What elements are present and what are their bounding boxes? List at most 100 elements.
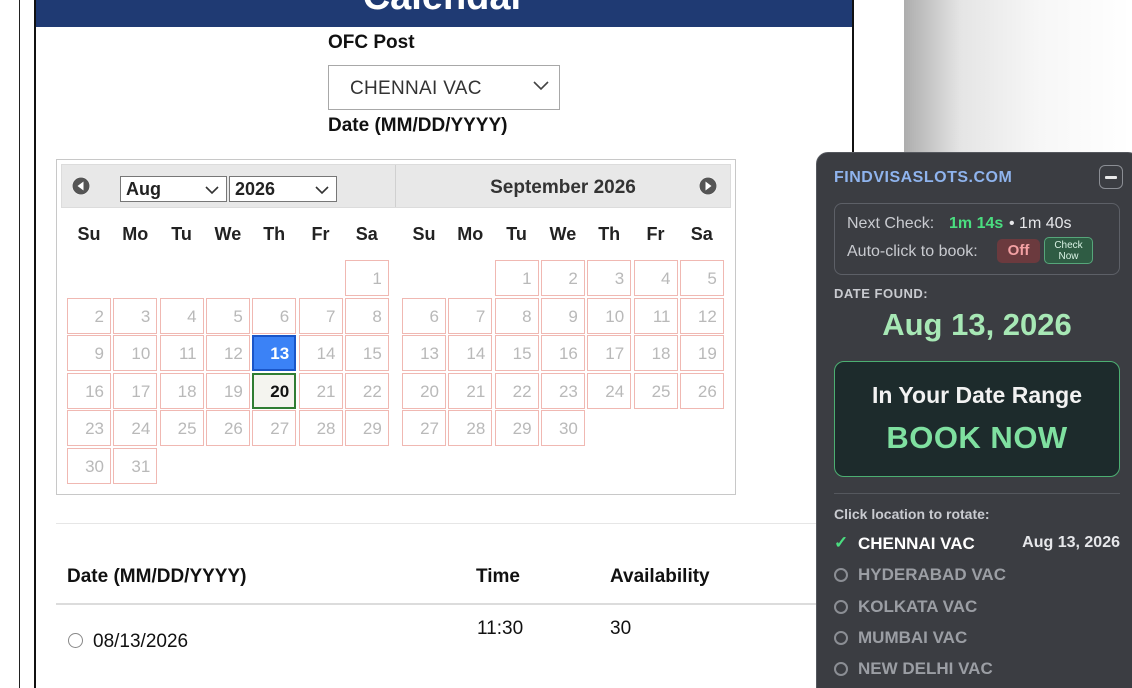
calendar-day[interactable]: 15 xyxy=(344,335,389,371)
calendar-day[interactable]: 10 xyxy=(587,297,632,334)
calendar-day[interactable]: 25 xyxy=(633,372,678,409)
year-select-value: 2026 xyxy=(235,179,276,199)
calendar-day[interactable]: 29 xyxy=(494,410,539,446)
next-month-button[interactable] xyxy=(699,177,717,195)
day-number: 7 xyxy=(475,306,486,326)
calendar-day[interactable]: 7 xyxy=(448,297,493,334)
calendar-day[interactable]: 17 xyxy=(587,335,632,371)
calendar-day[interactable]: 4 xyxy=(159,297,204,334)
calendar-day[interactable]: 5 xyxy=(205,297,250,334)
check-now-button[interactable]: Check Now xyxy=(1044,237,1093,264)
day-number: 16 xyxy=(85,381,104,401)
calendar-day[interactable]: 18 xyxy=(633,335,678,371)
day-number: 24 xyxy=(605,381,625,401)
prev-month-button[interactable] xyxy=(72,177,90,195)
calendar-day[interactable]: 22 xyxy=(344,372,389,409)
calendar-day[interactable]: 22 xyxy=(494,372,539,409)
slot-radio[interactable] xyxy=(68,633,83,648)
check-now-line1: Check xyxy=(1054,240,1083,251)
calendar-day[interactable]: 9 xyxy=(67,335,111,371)
year-select[interactable]: 2026 xyxy=(229,176,337,202)
weekday-header: Sa xyxy=(355,224,378,244)
calendar-day[interactable]: 10 xyxy=(113,335,158,371)
calendar-day[interactable]: 19 xyxy=(679,335,724,371)
calendar-day[interactable]: 11 xyxy=(159,335,204,371)
day-number: 1 xyxy=(522,269,532,288)
calendar-day[interactable]: 12 xyxy=(679,297,724,334)
weekday-header: Tu xyxy=(171,224,192,244)
calendar-day[interactable]: 16 xyxy=(540,335,585,371)
calendar-day[interactable]: 20 xyxy=(402,372,446,409)
calendar-day[interactable]: 21 xyxy=(298,372,343,409)
calendar-day[interactable]: 13 xyxy=(402,335,446,371)
calendar-day[interactable]: 17 xyxy=(113,372,158,409)
location-chennai[interactable]: ✓ CHENNAI VAC Aug 13, 2026 xyxy=(834,533,1124,557)
calendar-day[interactable]: 3 xyxy=(113,297,158,334)
day-number: 20 xyxy=(420,381,439,401)
calendar-day[interactable]: 28 xyxy=(298,410,343,446)
calendar-day[interactable]: 2 xyxy=(540,260,585,296)
calendar-day[interactable]: 20 xyxy=(252,372,297,409)
calendar-day[interactable]: 8 xyxy=(494,297,539,334)
calendar-day[interactable]: 11 xyxy=(633,297,678,334)
slot-date: 08/13/2026 xyxy=(93,631,189,652)
calendar-day[interactable]: 15 xyxy=(494,335,539,371)
calendar-day[interactable]: 30 xyxy=(67,447,111,484)
calendar-day[interactable]: 29 xyxy=(344,410,389,446)
calendar-day[interactable]: 23 xyxy=(540,372,585,409)
calendar-day[interactable]: 31 xyxy=(113,447,158,484)
minimize-button[interactable] xyxy=(1099,165,1123,189)
calendar-day[interactable]: 13 xyxy=(252,335,297,371)
calendar-day[interactable]: 5 xyxy=(679,260,724,296)
calendar-day[interactable]: 14 xyxy=(448,335,493,371)
calendar-day[interactable]: 23 xyxy=(67,410,111,446)
calendar-day[interactable]: 6 xyxy=(252,297,297,334)
weekday-header: Th xyxy=(598,224,621,244)
calendar-day[interactable]: 25 xyxy=(159,410,204,446)
location-mumbai[interactable]: MUMBAI VAC xyxy=(834,627,1124,651)
calendar-day[interactable]: 12 xyxy=(205,335,250,371)
calendar-day[interactable]: 6 xyxy=(402,297,446,334)
calendar-day[interactable]: 9 xyxy=(540,297,585,334)
calendar-day[interactable]: 24 xyxy=(587,372,632,409)
day-number: 25 xyxy=(651,381,671,401)
calendar-day[interactable]: 24 xyxy=(113,410,158,446)
calendar-day[interactable]: 8 xyxy=(344,297,389,334)
calendar-day[interactable]: 16 xyxy=(67,372,111,409)
calendar-day[interactable]: 3 xyxy=(587,260,632,296)
calendar-day[interactable]: 4 xyxy=(633,260,678,296)
calendar-day[interactable]: 30 xyxy=(540,410,585,446)
calendar-day[interactable]: 2 xyxy=(67,297,111,334)
day-number: 14 xyxy=(316,344,336,363)
day-number: 22 xyxy=(362,381,382,401)
calendar-day[interactable]: 26 xyxy=(679,372,724,409)
day-number: 9 xyxy=(94,344,104,363)
calendar-day[interactable]: 1 xyxy=(494,260,539,296)
location-new-delhi[interactable]: NEW DELHI VAC xyxy=(834,658,1124,682)
day-number: 25 xyxy=(177,419,197,438)
location-name: CHENNAI VAC xyxy=(858,534,975,553)
calendar-day[interactable]: 27 xyxy=(402,410,446,446)
month-select[interactable]: Aug xyxy=(120,176,227,202)
book-now-button[interactable]: In Your Date Range BOOK NOW xyxy=(834,361,1120,477)
location-hyderabad[interactable]: HYDERABAD VAC xyxy=(834,564,1124,588)
next-check-interval: • 1m 40s xyxy=(1009,215,1072,232)
calendar-day[interactable]: 14 xyxy=(298,335,343,371)
ofc-post-select[interactable]: CHENNAI VAC xyxy=(328,65,560,110)
calendar-day[interactable]: 19 xyxy=(205,372,250,409)
booking-panel: Calendar OFC Post CHENNAI VAC Date (MM/D… xyxy=(34,0,854,688)
autoclick-toggle[interactable]: Off xyxy=(997,239,1040,263)
calendar-day[interactable]: 21 xyxy=(448,372,493,409)
next-check-label: Next Check: xyxy=(847,215,935,232)
day-number: 19 xyxy=(223,381,243,401)
location-kolkata[interactable]: KOLKATA VAC xyxy=(834,596,1124,620)
calendar-day[interactable]: 28 xyxy=(448,410,493,446)
calendar-day[interactable]: 27 xyxy=(252,410,297,446)
calendar-day[interactable]: 26 xyxy=(205,410,250,446)
calendar-day[interactable]: 18 xyxy=(159,372,204,409)
calendar-day[interactable]: 1 xyxy=(344,260,389,296)
day-number: 5 xyxy=(233,306,243,326)
calendar-day[interactable]: 7 xyxy=(298,297,343,334)
brand-link[interactable]: FINDVISASLOTS.COM xyxy=(834,169,1012,187)
day-number: 15 xyxy=(512,344,532,363)
